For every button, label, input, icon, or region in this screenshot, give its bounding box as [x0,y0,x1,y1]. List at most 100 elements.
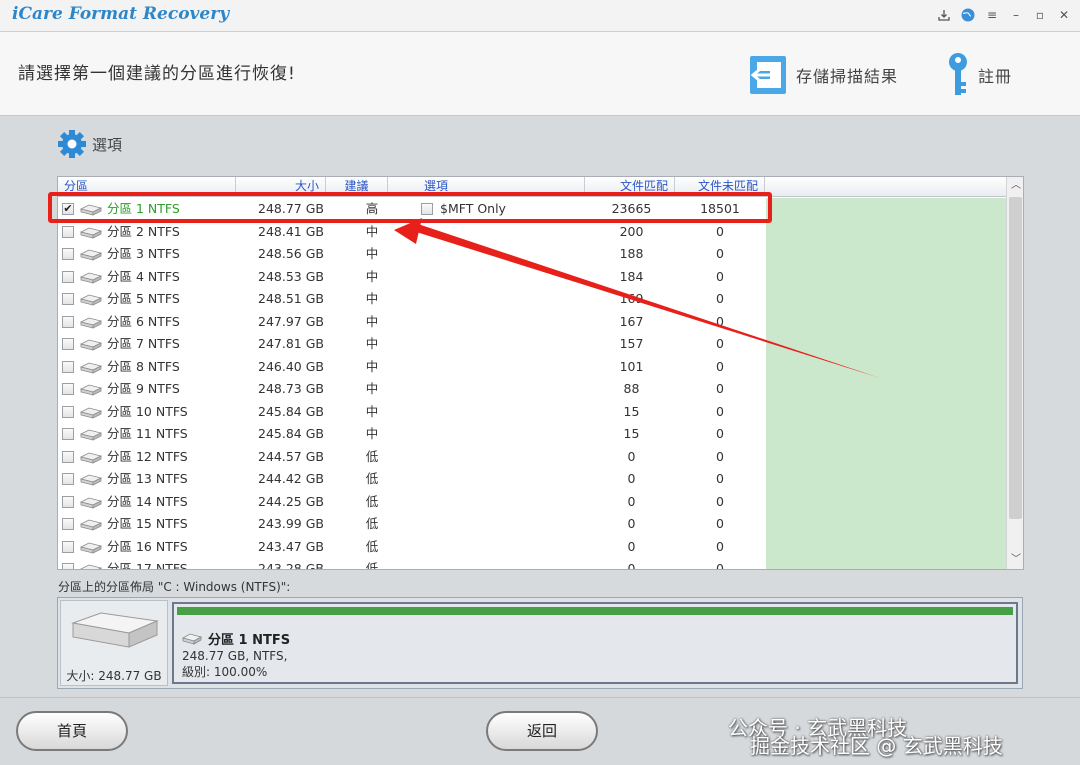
recommendation-cell: 中 [365,246,379,261]
recommendation-cell: 低 [365,516,379,531]
disk-icon [80,294,102,306]
size-cell: 247.81 GB [258,336,324,351]
back-button[interactable]: 返回 [486,711,598,751]
row-checkbox[interactable] [62,428,74,440]
table-row[interactable]: 分區 9 NTFS 248.73 GB 中 88 0 [58,378,766,401]
table-row[interactable]: 分區 16 NTFS 243.47 GB 低 0 0 [58,536,766,559]
table-row[interactable]: 分區 8 NTFS 246.40 GB 中 101 0 [58,356,766,379]
disk-icon [80,317,102,329]
files-unmatched-cell: 0 [716,471,724,486]
partition-name-cell: 分區 10 NTFS [107,403,188,419]
row-checkbox[interactable] [62,383,74,395]
size-cell: 248.73 GB [258,381,324,396]
row-checkbox[interactable] [62,315,74,328]
row-checkbox[interactable] [62,270,74,283]
table-row[interactable]: 分區 13 NTFS 244.42 GB 低 0 0 [58,468,766,491]
partition-name-cell: 分區 7 NTFS [107,336,180,351]
option-cell: $MFT Only [440,201,506,216]
partition-name-cell: 分區 11 NTFS [107,426,188,441]
register-button[interactable]: 註冊 [946,52,1012,98]
table-row[interactable]: 分區 17 NTFS 243.28 GB 低 0 0 [58,558,766,569]
partition-layout-panel: 大小: 248.77 GB 分區 1 NTFS 248.77 GB, NTFS,… [57,597,1023,689]
options-button[interactable]: 選項 [56,128,122,160]
recommendation-cell: 中 [365,291,379,306]
row-checkbox[interactable]: ✔ [62,203,74,215]
size-cell: 248.51 GB [258,291,324,306]
files-unmatched-cell: 0 [716,223,724,239]
files-unmatched-cell: 0 [716,313,724,329]
recommendation-cell: 中 [365,403,379,419]
partition-name-cell: 分區 1 NTFS [107,201,180,216]
save-scan-result-button[interactable]: 存儲掃描結果 [748,54,898,96]
disk-icon [80,227,102,239]
recommendation-cell: 低 [365,538,379,554]
mft-only-checkbox[interactable] [421,203,433,215]
disk-icon [80,339,102,351]
files-matched-cell: 169 [619,291,644,306]
home-button[interactable]: 首頁 [16,711,128,751]
download-icon[interactable] [934,5,954,25]
table-row[interactable]: 分區 5 NTFS 248.51 GB 中 169 0 [58,288,766,311]
table-scrollbar[interactable]: ︿ ﹀ [1006,177,1023,569]
table-row[interactable]: 分區 14 NTFS 244.25 GB 低 0 0 [58,491,766,514]
table-row[interactable]: 分區 3 NTFS 248.56 GB 中 188 0 [58,243,766,266]
col-size[interactable]: 大小 [236,177,326,196]
partition-name-cell: 分區 2 NTFS [107,223,180,239]
partition-name-cell: 分區 13 NTFS [107,471,188,486]
table-header: 分區 大小 建議 選項 文件匹配 文件未匹配 [58,177,1006,197]
col-files-matched[interactable]: 文件匹配 [585,177,675,196]
size-cell: 248.77 GB [258,201,324,216]
col-partition[interactable]: 分區 [58,177,236,196]
watermark: 公众号 · 玄武黑科技 掘金技术社区 @ 玄武黑科技 [728,712,1003,758]
scroll-up-icon[interactable]: ︿ [1007,177,1023,195]
menu-icon[interactable]: ≡ [982,5,1002,25]
table-row[interactable]: 分區 4 NTFS 248.53 GB 中 184 0 [58,266,766,289]
empty-area [766,198,1007,569]
partition-block[interactable]: 分區 1 NTFS 248.77 GB, NTFS, 級別: 100.00% [172,602,1018,684]
row-checkbox[interactable] [62,473,74,485]
table-row[interactable]: 分區 12 NTFS 244.57 GB 低 0 0 [58,446,766,469]
scroll-down-icon[interactable]: ﹀ [1007,551,1023,569]
disk-icon [80,204,102,216]
files-unmatched-cell: 0 [716,448,724,464]
row-checkbox[interactable] [62,518,74,530]
partition-table: 分區 大小 建議 選項 文件匹配 文件未匹配 ✔ 分區 1 NTFS 248.77 … [57,176,1024,570]
row-checkbox[interactable] [62,225,74,238]
row-checkbox[interactable] [62,338,74,350]
table-row[interactable]: ✔ 分區 1 NTFS 248.77 GB 高 $MFT Only 23665 18501 [58,198,766,221]
col-options[interactable]: 選項 [418,177,585,196]
row-checkbox[interactable] [62,563,74,569]
col-recommendation[interactable]: 建議 [326,177,388,196]
table-row[interactable]: 分區 6 NTFS 247.97 GB 中 167 0 [58,311,766,334]
row-checkbox[interactable] [62,405,74,418]
table-row[interactable]: 分區 2 NTFS 248.41 GB 中 200 0 [58,221,766,244]
row-checkbox[interactable] [62,450,74,463]
files-matched-cell: 23665 [611,201,652,216]
title-bar: iCare Format Recovery ≡ – ▫ ✕ [0,0,1080,32]
size-cell: 248.41 GB [258,223,324,239]
col-files-unmatched[interactable]: 文件未匹配 [675,177,765,196]
table-row[interactable]: 分區 10 NTFS 245.84 GB 中 15 0 [58,401,766,424]
recommendation-cell: 中 [365,336,379,351]
globe-icon[interactable] [958,5,978,25]
table-row[interactable]: 分區 11 NTFS 245.84 GB 中 15 0 [58,423,766,446]
disk-icon [182,633,202,645]
table-row[interactable]: 分區 7 NTFS 247.81 GB 中 157 0 [58,333,766,356]
files-unmatched-cell: 0 [716,291,724,306]
maximize-icon[interactable]: ▫ [1030,5,1050,25]
recommendation-cell: 中 [365,268,379,284]
recommendation-cell: 中 [365,313,379,329]
row-checkbox[interactable] [62,360,74,373]
row-checkbox[interactable] [62,293,74,305]
files-unmatched-cell: 0 [716,381,724,396]
recommendation-cell: 中 [365,381,379,396]
row-checkbox[interactable] [62,495,74,508]
minimize-icon[interactable]: – [1006,5,1026,25]
files-matched-cell: 0 [627,448,636,464]
size-cell: 247.97 GB [258,313,324,329]
row-checkbox[interactable] [62,540,74,553]
row-checkbox[interactable] [62,248,74,260]
table-row[interactable]: 分區 15 NTFS 243.99 GB 低 0 0 [58,513,766,536]
close-icon[interactable]: ✕ [1054,5,1074,25]
scroll-thumb[interactable] [1009,197,1022,519]
